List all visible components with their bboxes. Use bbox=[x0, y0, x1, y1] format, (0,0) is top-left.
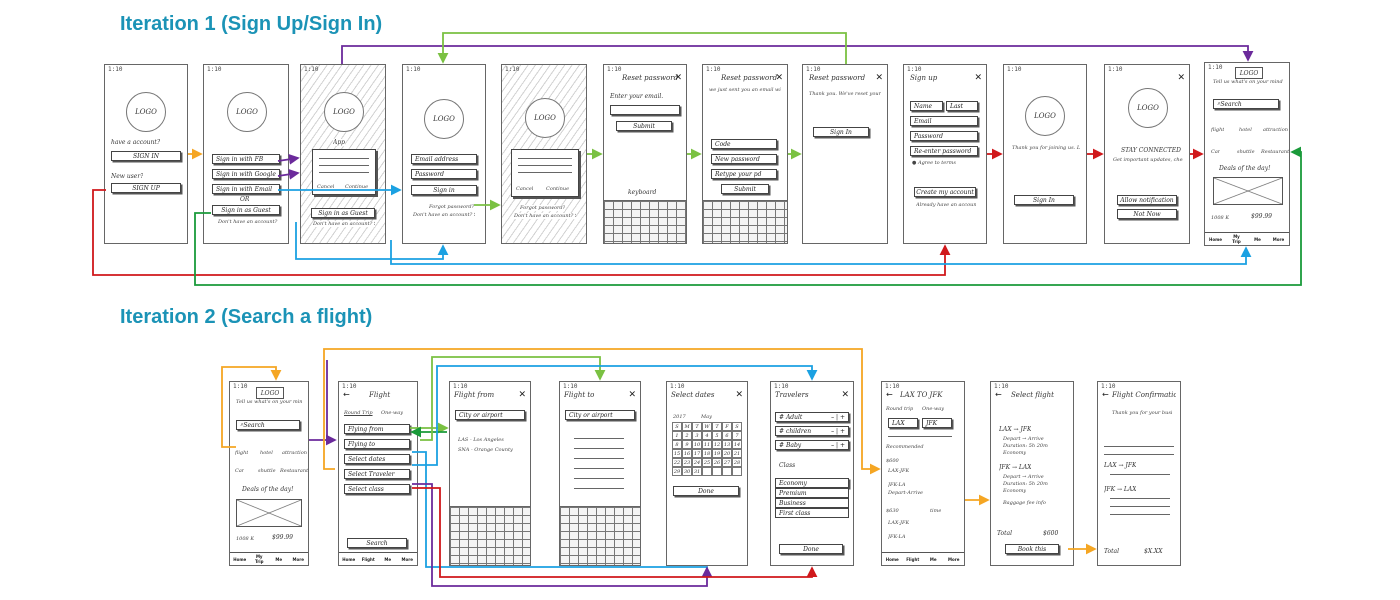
flow-arrow bbox=[390, 240, 1252, 265]
flow-arrow bbox=[412, 483, 713, 587]
flow-arrows bbox=[92, 32, 1302, 587]
flow-arrow bbox=[92, 189, 951, 276]
flow-arrow bbox=[277, 168, 300, 180]
flow-arrow bbox=[412, 365, 818, 466]
flow-arrow bbox=[277, 153, 300, 165]
flow-arrow bbox=[221, 366, 282, 448]
flow-arrow bbox=[412, 487, 818, 578]
flow-arrow bbox=[194, 146, 1302, 286]
flow-arrow bbox=[437, 32, 847, 64]
flow-arrow bbox=[412, 451, 708, 568]
flow-arrow bbox=[295, 222, 449, 260]
flow-arrow bbox=[323, 348, 881, 475]
flow-arrow bbox=[341, 45, 1254, 64]
